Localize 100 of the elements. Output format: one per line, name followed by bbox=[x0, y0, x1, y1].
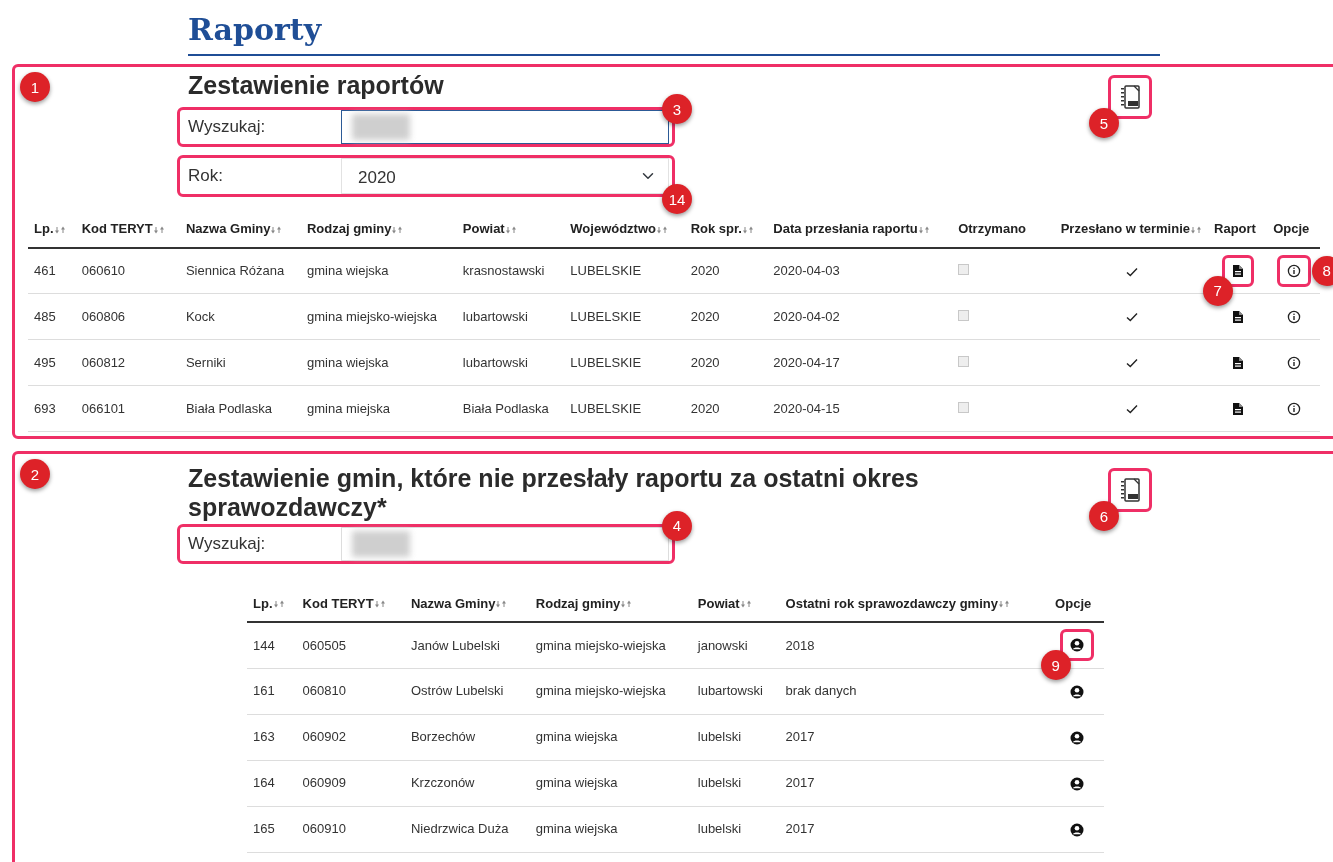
sort-icon bbox=[656, 224, 668, 235]
table-cell: 2017 bbox=[785, 821, 815, 837]
table-cell: 2020 bbox=[690, 308, 720, 324]
table-cell: 060910 bbox=[302, 821, 346, 837]
info-icon[interactable] bbox=[1286, 402, 1301, 417]
csv-file-icon[interactable] bbox=[1118, 477, 1142, 503]
info-icon[interactable] bbox=[1286, 310, 1301, 325]
table-cell: 164 bbox=[253, 775, 275, 791]
column-header[interactable]: Kod TERYT bbox=[81, 221, 153, 236]
table-cell: lubelski bbox=[697, 729, 742, 745]
column-header[interactable]: Rok spr. bbox=[690, 221, 742, 236]
table-cell: 144 bbox=[253, 637, 275, 653]
table-cell: 060902 bbox=[302, 729, 346, 745]
sort-icon bbox=[152, 224, 165, 235]
table-cell: 485 bbox=[34, 308, 56, 324]
column-header[interactable]: Nazwa Gminy bbox=[410, 595, 496, 611]
annotation-badge: 5 bbox=[1089, 108, 1119, 138]
table-cell: 461 bbox=[34, 263, 56, 278]
table-cell: janowski bbox=[697, 637, 748, 653]
info-icon[interactable] bbox=[1286, 356, 1301, 371]
user-icon[interactable] bbox=[1069, 638, 1084, 653]
table-cell: gmina wiejska bbox=[535, 775, 618, 791]
file-icon[interactable] bbox=[1231, 402, 1244, 417]
column-header[interactable]: Opcje bbox=[1055, 595, 1092, 611]
table-cell: lubelski bbox=[697, 775, 742, 791]
file-icon[interactable] bbox=[1231, 263, 1244, 278]
column-header[interactable]: Raport bbox=[1214, 221, 1256, 236]
column-header[interactable]: Lp. bbox=[34, 221, 54, 236]
table-cell: krasnostawski bbox=[462, 263, 545, 278]
file-icon[interactable] bbox=[1231, 356, 1244, 371]
annotation-badge: 2 bbox=[20, 459, 50, 489]
table-cell: lubelski bbox=[697, 821, 742, 837]
column-header[interactable]: Rodzaj gminy bbox=[535, 595, 621, 611]
table-cell: Serniki bbox=[185, 354, 226, 370]
sort-icon bbox=[272, 599, 285, 610]
table-cell: 066101 bbox=[81, 400, 126, 416]
column-header[interactable]: Przesłano w terminie bbox=[1060, 221, 1190, 236]
column-header[interactable]: Nazwa Gminy bbox=[185, 221, 271, 236]
file-icon[interactable] bbox=[1231, 310, 1244, 325]
info-icon[interactable] bbox=[1286, 263, 1301, 278]
table-cell: 693 bbox=[34, 400, 56, 416]
column-header[interactable]: Rodzaj gminy bbox=[306, 221, 392, 236]
sort-icon bbox=[620, 599, 633, 610]
column-header[interactable]: Powiat bbox=[697, 595, 740, 611]
annotation-badge: 7 bbox=[1202, 275, 1233, 306]
table-cell: Ostrów Lubelski bbox=[410, 683, 504, 699]
column-header[interactable]: Lp. bbox=[253, 595, 273, 611]
table-cell: Krzczonów bbox=[410, 775, 475, 791]
table-cell: 2020 bbox=[690, 354, 720, 370]
table-cell: lubartowski bbox=[462, 308, 528, 324]
column-header[interactable]: Powiat bbox=[462, 221, 505, 236]
column-header[interactable]: Kod TERYT bbox=[302, 595, 374, 611]
table-cell: 2020-04-15 bbox=[773, 400, 840, 416]
table-cell: gmina miejsko-wiejska bbox=[306, 308, 437, 324]
user-icon[interactable] bbox=[1069, 822, 1084, 837]
table-cell: 2020-04-02 bbox=[773, 308, 840, 324]
table-cell: gmina miejsko-wiejska bbox=[535, 637, 666, 653]
year-select[interactable]: 2020 bbox=[341, 158, 669, 194]
field-label: Wyszukaj: bbox=[188, 532, 267, 555]
user-icon[interactable] bbox=[1069, 684, 1084, 699]
column-header[interactable]: Otrzymano bbox=[958, 221, 1027, 236]
annotation-badge: 1 bbox=[20, 72, 50, 102]
table-cell: 060505 bbox=[302, 637, 346, 653]
table-cell: 2020-04-17 bbox=[773, 354, 840, 370]
sort-icon bbox=[373, 599, 386, 610]
annotation-badge: 3 bbox=[662, 94, 692, 124]
search-field[interactable] bbox=[341, 110, 669, 144]
table-cell: gmina wiejska bbox=[306, 354, 389, 370]
annotation-badge: 8 bbox=[1311, 255, 1333, 286]
table-cell: 060806 bbox=[81, 308, 126, 324]
column-header[interactable]: Data przesłania raportu bbox=[773, 221, 918, 236]
table-cell: LUBELSKIE bbox=[570, 400, 642, 416]
table-cell: 163 bbox=[253, 729, 275, 745]
table-cell: 2020-04-03 bbox=[773, 263, 840, 278]
table-cell: 060810 bbox=[302, 683, 346, 699]
sort-icon bbox=[997, 599, 1010, 610]
table-cell: Niedrzwica Duża bbox=[410, 821, 509, 837]
user-icon[interactable] bbox=[1069, 776, 1084, 791]
table-cell: 495 bbox=[34, 354, 56, 370]
sort-icon bbox=[917, 224, 930, 235]
table-cell: gmina miejska bbox=[306, 400, 391, 416]
table-cell: 060909 bbox=[302, 775, 346, 791]
table-cell: lubartowski bbox=[697, 683, 763, 699]
column-header[interactable]: Opcje bbox=[1273, 221, 1310, 236]
table-cell: LUBELSKIE bbox=[570, 354, 642, 370]
table-cell: gmina wiejska bbox=[306, 263, 389, 278]
field-label: Wyszukaj: bbox=[188, 116, 267, 139]
user-icon[interactable] bbox=[1069, 730, 1084, 745]
sort-icon bbox=[504, 224, 517, 235]
table-cell: 060812 bbox=[81, 354, 126, 370]
csv-file-icon[interactable] bbox=[1118, 84, 1142, 110]
table-cell: 2020 bbox=[690, 263, 720, 278]
table-cell: LUBELSKIE bbox=[570, 263, 642, 278]
annotation-badge: 4 bbox=[662, 510, 692, 541]
sort-icon bbox=[391, 224, 404, 235]
sort-icon bbox=[1190, 224, 1202, 235]
column-header[interactable]: Ostatni rok sprawozdawczy gminy bbox=[785, 595, 998, 611]
field-label: Rok: bbox=[188, 165, 224, 188]
table-cell: gmina wiejska bbox=[535, 821, 618, 837]
column-header[interactable]: Województwo bbox=[570, 221, 656, 236]
